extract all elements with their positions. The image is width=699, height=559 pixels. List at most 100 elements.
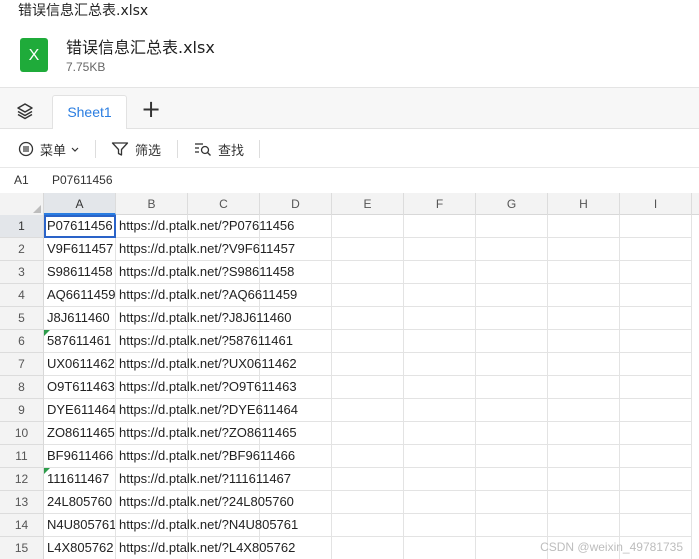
cell-f10[interactable] bbox=[404, 422, 476, 445]
cell-a3[interactable]: S98611458 bbox=[44, 261, 116, 284]
cell-e5[interactable] bbox=[332, 307, 404, 330]
cell-b10[interactable]: https://d.ptalk.net/?ZO8611465 bbox=[116, 422, 297, 445]
cell-g10[interactable] bbox=[476, 422, 548, 445]
cell-e13[interactable] bbox=[332, 491, 404, 514]
cell-a14[interactable]: N4U805761 bbox=[44, 514, 116, 537]
cell-f13[interactable] bbox=[404, 491, 476, 514]
cell-i12[interactable] bbox=[620, 468, 692, 491]
cell-h1[interactable] bbox=[548, 215, 620, 238]
cell-g9[interactable] bbox=[476, 399, 548, 422]
column-header-i[interactable]: I bbox=[620, 193, 692, 215]
cell-b13[interactable]: https://d.ptalk.net/?24L805760 bbox=[116, 491, 294, 514]
cell-h2[interactable] bbox=[548, 238, 620, 261]
cell-g11[interactable] bbox=[476, 445, 548, 468]
cell-i11[interactable] bbox=[620, 445, 692, 468]
cell-f14[interactable] bbox=[404, 514, 476, 537]
cell-f9[interactable] bbox=[404, 399, 476, 422]
cell-h9[interactable] bbox=[548, 399, 620, 422]
cell-f6[interactable] bbox=[404, 330, 476, 353]
cell-f8[interactable] bbox=[404, 376, 476, 399]
cell-a13[interactable]: 24L805760 bbox=[44, 491, 116, 514]
cell-f12[interactable] bbox=[404, 468, 476, 491]
row-header[interactable]: 1 bbox=[0, 215, 44, 238]
cell-a6[interactable]: 587611461 bbox=[44, 330, 116, 353]
cell-h8[interactable] bbox=[548, 376, 620, 399]
cell-g13[interactable] bbox=[476, 491, 548, 514]
cell-b15[interactable]: https://d.ptalk.net/?L4X805762 bbox=[116, 537, 295, 559]
cell-h13[interactable] bbox=[548, 491, 620, 514]
column-header-d[interactable]: D bbox=[260, 193, 332, 215]
cell-e4[interactable] bbox=[332, 284, 404, 307]
cell-e6[interactable] bbox=[332, 330, 404, 353]
cell-a10[interactable]: ZO8611465 bbox=[44, 422, 116, 445]
cell-f5[interactable] bbox=[404, 307, 476, 330]
cell-b11[interactable]: https://d.ptalk.net/?BF9611466 bbox=[116, 445, 295, 468]
cell-g14[interactable] bbox=[476, 514, 548, 537]
column-header-b[interactable]: B bbox=[116, 193, 188, 215]
cell-i3[interactable] bbox=[620, 261, 692, 284]
cell-e10[interactable] bbox=[332, 422, 404, 445]
column-header-c[interactable]: C bbox=[188, 193, 260, 215]
cell-h10[interactable] bbox=[548, 422, 620, 445]
cell-a4[interactable]: AQ6611459 bbox=[44, 284, 116, 307]
cell-b3[interactable]: https://d.ptalk.net/?S98611458 bbox=[116, 261, 294, 284]
cell-b1[interactable]: https://d.ptalk.net/?P07611456 bbox=[116, 215, 294, 238]
cell-i14[interactable] bbox=[620, 514, 692, 537]
cell-e12[interactable] bbox=[332, 468, 404, 491]
cell-a1[interactable]: P07611456 bbox=[44, 215, 116, 238]
cell-h7[interactable] bbox=[548, 353, 620, 376]
column-header-f[interactable]: F bbox=[404, 193, 476, 215]
cell-b4[interactable]: https://d.ptalk.net/?AQ6611459 bbox=[116, 284, 297, 307]
formula-input[interactable]: P07611456 bbox=[52, 173, 113, 187]
cell-a15[interactable]: L4X805762 bbox=[44, 537, 116, 559]
cell-e2[interactable] bbox=[332, 238, 404, 261]
cell-b9[interactable]: https://d.ptalk.net/?DYE611464 bbox=[116, 399, 298, 422]
row-header[interactable]: 2 bbox=[0, 238, 44, 261]
cell-i1[interactable] bbox=[620, 215, 692, 238]
cell-i9[interactable] bbox=[620, 399, 692, 422]
cell-e7[interactable] bbox=[332, 353, 404, 376]
row-header[interactable]: 12 bbox=[0, 468, 44, 491]
cell-i8[interactable] bbox=[620, 376, 692, 399]
column-header-g[interactable]: G bbox=[476, 193, 548, 215]
cell-a9[interactable]: DYE611464 bbox=[44, 399, 116, 422]
cell-f4[interactable] bbox=[404, 284, 476, 307]
column-header-a[interactable]: A bbox=[44, 193, 116, 215]
cell-a8[interactable]: O9T611463 bbox=[44, 376, 116, 399]
find-button[interactable]: 查找 bbox=[194, 139, 244, 159]
cell-g5[interactable] bbox=[476, 307, 548, 330]
cell-e3[interactable] bbox=[332, 261, 404, 284]
cell-h14[interactable] bbox=[548, 514, 620, 537]
cell-h6[interactable] bbox=[548, 330, 620, 353]
cell-e1[interactable] bbox=[332, 215, 404, 238]
cell-b6[interactable]: https://d.ptalk.net/?587611461 bbox=[116, 330, 293, 353]
row-header[interactable]: 5 bbox=[0, 307, 44, 330]
cell-g12[interactable] bbox=[476, 468, 548, 491]
column-header-e[interactable]: E bbox=[332, 193, 404, 215]
cell-i6[interactable] bbox=[620, 330, 692, 353]
add-sheet-icon[interactable]: + bbox=[141, 97, 161, 121]
cell-h4[interactable] bbox=[548, 284, 620, 307]
cell-e14[interactable] bbox=[332, 514, 404, 537]
row-header[interactable]: 15 bbox=[0, 537, 44, 559]
cell-i13[interactable] bbox=[620, 491, 692, 514]
cell-b5[interactable]: https://d.ptalk.net/?J8J611460 bbox=[116, 307, 292, 330]
cell-h3[interactable] bbox=[548, 261, 620, 284]
row-header[interactable]: 9 bbox=[0, 399, 44, 422]
row-header[interactable]: 4 bbox=[0, 284, 44, 307]
cell-b12[interactable]: https://d.ptalk.net/?111611467 bbox=[116, 468, 291, 491]
cell-h5[interactable] bbox=[548, 307, 620, 330]
row-header[interactable]: 6 bbox=[0, 330, 44, 353]
cell-g2[interactable] bbox=[476, 238, 548, 261]
cell-g1[interactable] bbox=[476, 215, 548, 238]
cell-a7[interactable]: UX0611462 bbox=[44, 353, 116, 376]
cell-f3[interactable] bbox=[404, 261, 476, 284]
row-header[interactable]: 14 bbox=[0, 514, 44, 537]
menu-button[interactable]: 菜单 bbox=[18, 139, 86, 159]
select-all-corner[interactable] bbox=[0, 193, 44, 215]
row-header[interactable]: 13 bbox=[0, 491, 44, 514]
cell-f7[interactable] bbox=[404, 353, 476, 376]
cell-e15[interactable] bbox=[332, 537, 404, 559]
cell-a2[interactable]: V9F611457 bbox=[44, 238, 116, 261]
cell-e11[interactable] bbox=[332, 445, 404, 468]
